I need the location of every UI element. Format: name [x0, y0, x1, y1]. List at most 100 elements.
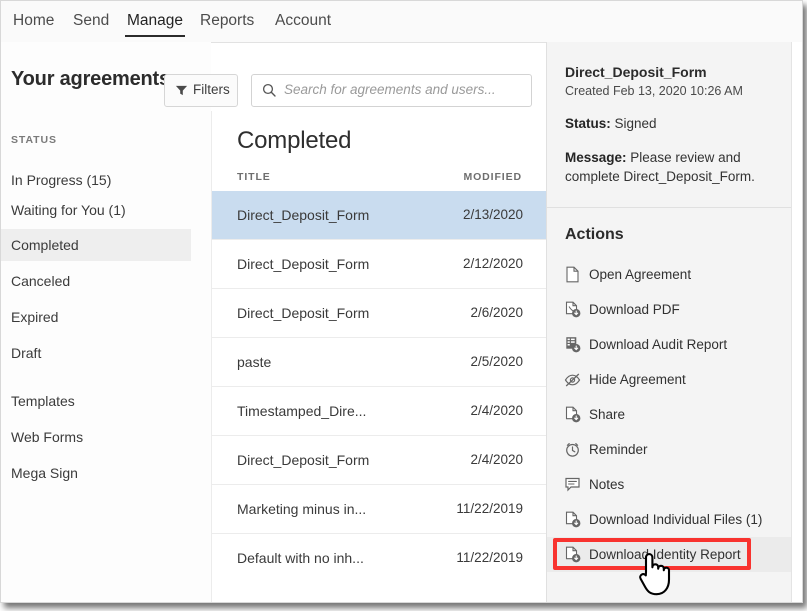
- detail-document-title: Direct_Deposit_Form: [565, 64, 707, 80]
- row-modified: 2/4/2020: [470, 436, 523, 484]
- sidebar-item-label: Mega Sign: [11, 465, 78, 481]
- panel-divider: [547, 207, 792, 208]
- table-row[interactable]: Direct_Deposit_Form 2/13/2020: [212, 191, 547, 239]
- row-title: Direct_Deposit_Form: [237, 436, 369, 484]
- table-row[interactable]: Direct_Deposit_Form 2/6/2020: [212, 288, 547, 337]
- table-row[interactable]: Direct_Deposit_Form 2/4/2020: [212, 435, 547, 484]
- sidebar-item-label: Web Forms: [11, 429, 83, 445]
- action-reminder[interactable]: Reminder: [547, 432, 792, 467]
- status-badge: Signed: [615, 116, 657, 131]
- sidebar-item-draft[interactable]: Draft: [1, 337, 191, 369]
- page-title: Your agreements: [11, 68, 170, 91]
- row-title: Direct_Deposit_Form: [237, 240, 369, 288]
- row-modified: 2/6/2020: [470, 289, 523, 337]
- nav-tab-send-label: Send: [73, 12, 109, 29]
- sidebar-item-in-progress[interactable]: In Progress (15): [1, 164, 191, 196]
- list-title: Completed: [237, 127, 351, 155]
- document-download-icon: [564, 406, 581, 423]
- sidebar-item-canceled[interactable]: Canceled: [1, 265, 191, 297]
- action-download-pdf[interactable]: Download PDF: [547, 292, 792, 327]
- action-label: Download Identity Report: [589, 537, 741, 572]
- nav-tab-account-label: Account: [275, 12, 331, 29]
- table-row[interactable]: Direct_Deposit_Form 2/12/2020: [212, 239, 547, 288]
- column-header-title: TITLE: [237, 171, 271, 183]
- table-row[interactable]: Default with no inh... 11/22/2019: [212, 533, 547, 582]
- action-download-audit-report[interactable]: Download Audit Report: [547, 327, 792, 362]
- table-row[interactable]: Timestamped_Dire... 2/4/2020: [212, 386, 547, 435]
- nav-tab-reports-label: Reports: [200, 12, 254, 29]
- filters-button-label: Filters: [193, 75, 230, 104]
- nav-tab-home[interactable]: Home: [11, 1, 56, 42]
- column-header-modified: MODIFIED: [463, 171, 522, 183]
- row-modified: 2/4/2020: [470, 387, 523, 435]
- nav-tab-manage[interactable]: Manage: [125, 1, 185, 42]
- document-icon: [564, 266, 581, 283]
- detail-message-row: Message: Please review and complete Dire…: [565, 148, 778, 186]
- nav-tab-reports[interactable]: Reports: [198, 1, 256, 42]
- agreements-rows: Direct_Deposit_Form 2/13/2020 Direct_Dep…: [212, 191, 547, 582]
- row-title: Direct_Deposit_Form: [237, 191, 369, 239]
- search-input[interactable]: Search for agreements and users...: [251, 74, 532, 107]
- sidebar-item-label: Canceled: [11, 273, 70, 289]
- row-title: Default with no inh...: [237, 534, 364, 582]
- sidebar-item-web-forms[interactable]: Web Forms: [1, 421, 191, 453]
- left-sidebar: Your agreements Filters Search for agree…: [1, 42, 211, 602]
- nav-tab-manage-label: Manage: [127, 12, 183, 29]
- action-label: Hide Agreement: [589, 362, 686, 397]
- action-download-individual-files[interactable]: Download Individual Files (1): [547, 502, 792, 537]
- application-window: Home Send Manage Reports Account Your ag…: [0, 0, 803, 603]
- sidebar-item-mega-sign[interactable]: Mega Sign: [1, 457, 191, 489]
- funnel-icon: [175, 84, 188, 97]
- right-rail: [791, 42, 803, 602]
- note-icon: [564, 476, 581, 493]
- detail-message-key: Message:: [565, 150, 627, 165]
- action-label: Reminder: [589, 432, 648, 467]
- search-icon: [262, 83, 276, 97]
- sidebar-item-label: In Progress (15): [11, 172, 111, 188]
- action-download-identity-report[interactable]: Download Identity Report: [547, 537, 792, 572]
- pdf-download-icon: [564, 301, 581, 318]
- filters-button[interactable]: Filters: [164, 74, 238, 107]
- action-notes[interactable]: Notes: [547, 467, 792, 502]
- agreements-list-panel: Completed TITLE MODIFIED Direct_Deposit_…: [211, 111, 546, 602]
- eye-slash-icon: [564, 371, 581, 388]
- top-navigation-bar: Home Send Manage Reports Account: [1, 1, 802, 43]
- sidebar-item-completed[interactable]: Completed: [1, 229, 191, 261]
- nav-tab-account[interactable]: Account: [273, 1, 333, 42]
- detail-created-date: Created Feb 13, 2020 10:26 AM: [565, 84, 743, 98]
- action-label: Share: [589, 397, 625, 432]
- row-title: Direct_Deposit_Form: [237, 289, 369, 337]
- action-hide-agreement[interactable]: Hide Agreement: [547, 362, 792, 397]
- report-download-icon: [564, 336, 581, 353]
- document-download-icon: [564, 546, 581, 563]
- sidebar-item-label: Templates: [11, 393, 75, 409]
- row-title: Timestamped_Dire...: [237, 387, 366, 435]
- sidebar-item-expired[interactable]: Expired: [1, 301, 191, 333]
- action-label: Download Audit Report: [589, 327, 727, 362]
- action-label: Download PDF: [589, 292, 680, 327]
- agreement-detail-panel: Direct_Deposit_Form Created Feb 13, 2020…: [546, 42, 792, 602]
- row-modified: 2/13/2020: [463, 191, 523, 239]
- nav-tab-home-label: Home: [13, 12, 54, 29]
- action-share[interactable]: Share: [547, 397, 792, 432]
- search-placeholder: Search for agreements and users...: [284, 75, 496, 105]
- table-row[interactable]: Marketing minus in... 11/22/2019: [212, 484, 547, 533]
- sidebar-item-waiting-for-you[interactable]: Waiting for You (1): [1, 194, 191, 226]
- sidebar-item-label: Draft: [11, 345, 41, 361]
- document-download-icon: [564, 511, 581, 528]
- action-open-agreement[interactable]: Open Agreement: [547, 257, 792, 292]
- detail-status-row: Status: Signed: [565, 114, 778, 133]
- sidebar-item-label: Waiting for You (1): [11, 202, 126, 218]
- sidebar-item-templates[interactable]: Templates: [1, 385, 191, 417]
- row-title: paste: [237, 338, 271, 386]
- action-label: Open Agreement: [589, 257, 691, 292]
- alarm-clock-icon: [564, 441, 581, 458]
- sidebar-item-label: Expired: [11, 309, 58, 325]
- nav-tab-send[interactable]: Send: [71, 1, 111, 42]
- table-row[interactable]: paste 2/5/2020: [212, 337, 547, 386]
- action-label: Notes: [589, 467, 624, 502]
- row-modified: 2/5/2020: [470, 338, 523, 386]
- actions-heading: Actions: [565, 226, 624, 244]
- sidebar-status-heading: STATUS: [11, 134, 57, 146]
- row-title: Marketing minus in...: [237, 485, 366, 533]
